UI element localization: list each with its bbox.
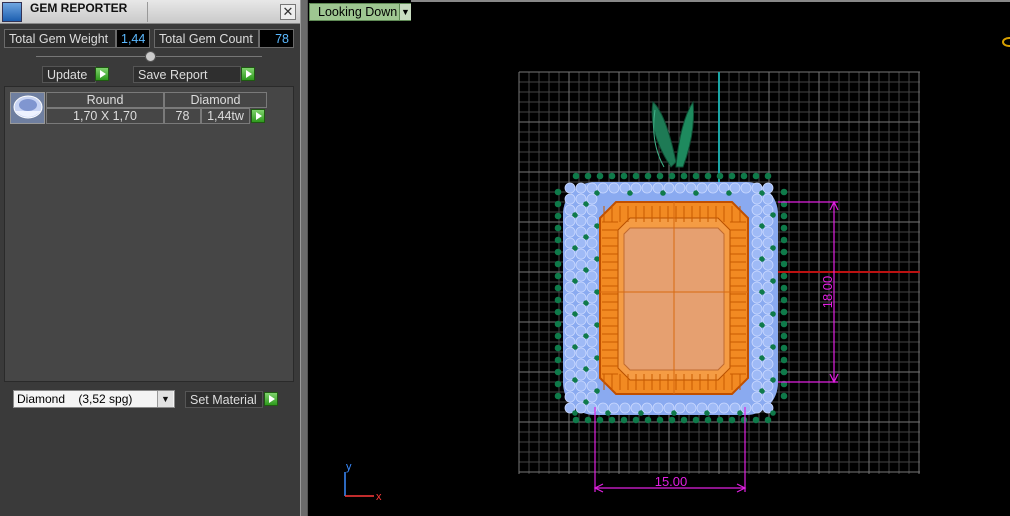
center-emerald-stone <box>599 201 749 395</box>
total-gem-weight-value: 1,44 <box>116 29 150 48</box>
column-header-round: Round <box>46 92 164 108</box>
update-button[interactable]: Update <box>42 66 96 83</box>
window-title: GEM REPORTER <box>30 1 128 15</box>
dropdown-arrow-icon[interactable]: ▼ <box>157 391 173 407</box>
view-dropdown-icon[interactable]: ▼ <box>399 4 411 20</box>
viewport-scene: 18.00 15.00 y x <box>344 37 1010 503</box>
gizmo-x-label: x <box>376 491 382 503</box>
width-dimension-label: 15.00 <box>655 474 688 489</box>
axis-gizmo <box>344 472 374 497</box>
gem-list <box>4 86 294 382</box>
height-dimension-label: 18.00 <box>820 276 835 309</box>
gem-thumbnail-icon <box>10 92 45 124</box>
save-report-button[interactable]: Save Report <box>133 66 241 83</box>
gizmo-y-label: y <box>346 461 352 473</box>
viewport-tab-strip <box>411 0 1010 2</box>
gem-weight-cell: 1,44tw <box>201 108 250 124</box>
total-gem-weight-label: Total Gem Weight <box>4 29 116 48</box>
gem-row-play-icon[interactable] <box>251 109 265 123</box>
set-material-button[interactable]: Set Material <box>185 391 263 408</box>
close-icon[interactable]: ✕ <box>280 4 296 20</box>
gem-reporter-app-icon <box>2 2 22 22</box>
update-play-icon[interactable] <box>95 67 109 81</box>
edge-marker-icon <box>1002 37 1010 47</box>
gem-size-cell: 1,70 X 1,70 <box>46 108 164 124</box>
set-material-play-icon[interactable] <box>264 392 278 406</box>
total-gem-count-label: Total Gem Count <box>154 29 259 48</box>
save-report-play-icon[interactable] <box>241 67 255 81</box>
gem-count-cell: 78 <box>164 108 201 124</box>
view-menu[interactable]: Looking Down <box>309 3 411 21</box>
column-header-diamond: Diamond <box>164 92 267 108</box>
panel-splitter[interactable] <box>300 0 308 516</box>
title-separator <box>147 2 148 22</box>
slider-handle[interactable] <box>145 51 156 62</box>
total-gem-count-value: 78 <box>259 29 294 48</box>
material-select[interactable]: Diamond (3,52 spg) <box>13 390 175 408</box>
